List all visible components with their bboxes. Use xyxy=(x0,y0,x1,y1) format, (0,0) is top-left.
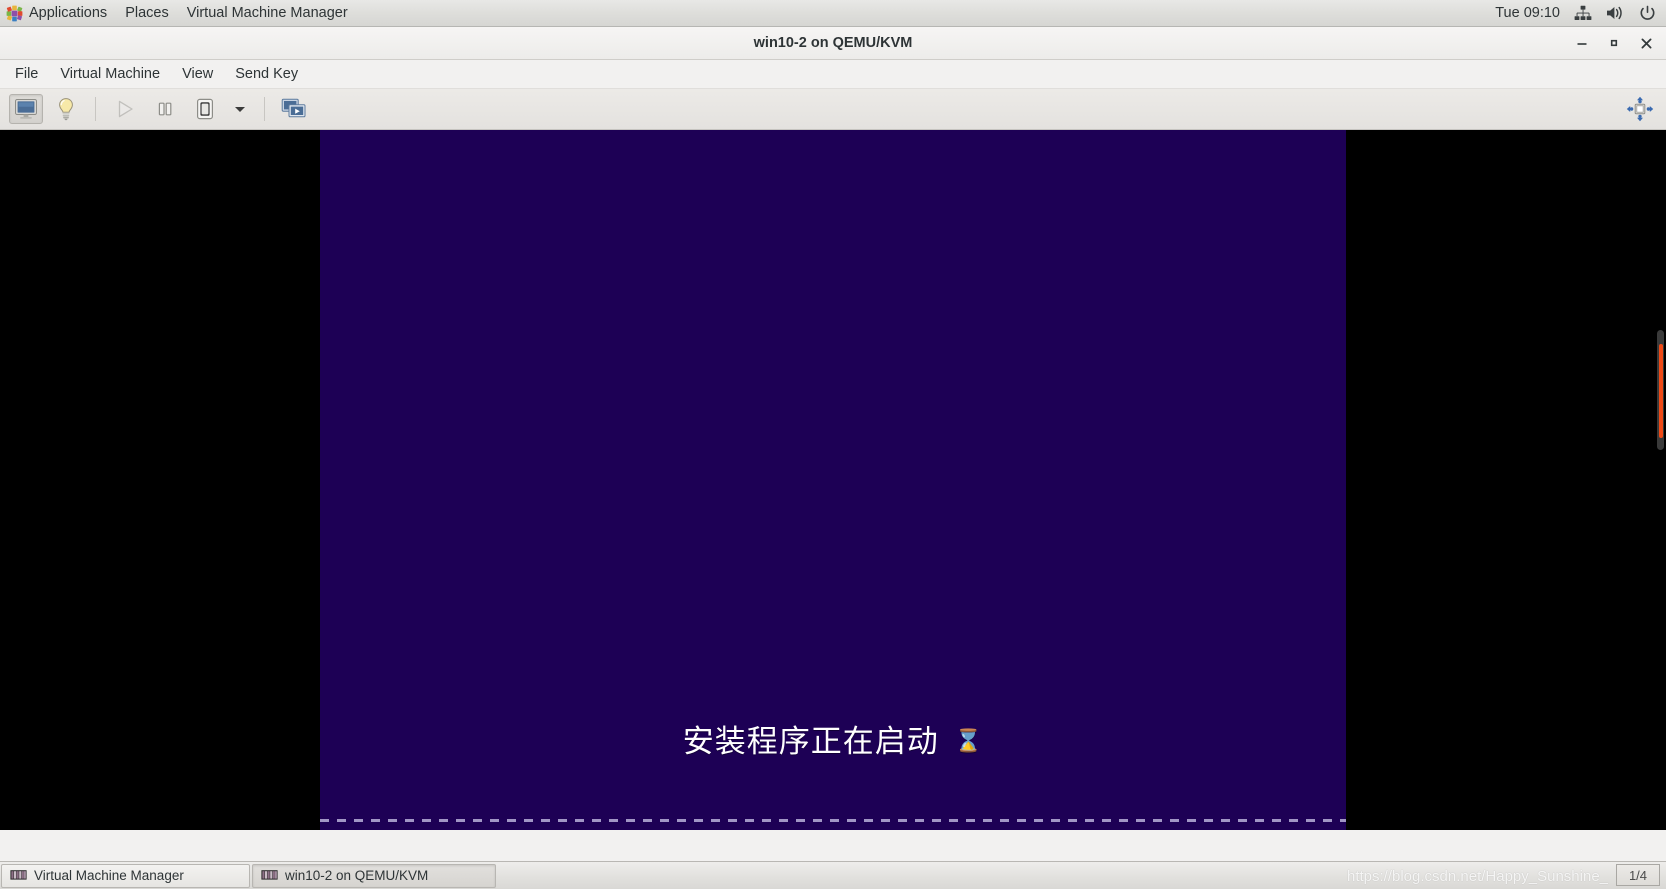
panel-clock[interactable]: Tue 09:10 xyxy=(1495,5,1560,21)
screen-root: Applications Places Virtual Machine Mana… xyxy=(0,0,1666,889)
applications-menu-label: Applications xyxy=(29,5,108,21)
taskbar-item-label: Virtual Machine Manager xyxy=(34,868,184,883)
workspace-indicator-label: 1/4 xyxy=(1628,867,1648,883)
run-button[interactable] xyxy=(108,94,142,124)
menu-file[interactable]: File xyxy=(4,62,49,86)
window-controls xyxy=(1566,27,1662,59)
maximize-button[interactable] xyxy=(1598,28,1630,58)
virt-manager-icon xyxy=(261,870,278,880)
toolbar-separator-2 xyxy=(264,97,265,121)
active-application-menu[interactable]: Virtual Machine Manager xyxy=(178,0,357,26)
menu-virtual-machine[interactable]: Virtual Machine xyxy=(49,62,171,86)
menu-view[interactable]: View xyxy=(171,62,224,86)
virt-manager-icon xyxy=(10,870,27,880)
vm-boot-message: 安装程序正在启动 ⌛ xyxy=(320,716,1346,761)
shutdown-button[interactable] xyxy=(188,94,222,124)
network-icon[interactable] xyxy=(1574,5,1592,21)
panel-menus: Applications Places Virtual Machine Mana… xyxy=(0,0,357,26)
shutdown-menu-button[interactable] xyxy=(228,94,252,124)
places-menu-label: Places xyxy=(125,5,169,21)
menubar: File Virtual Machine View Send Key xyxy=(0,60,1666,89)
pause-button[interactable] xyxy=(148,94,182,124)
power-icon[interactable] xyxy=(1639,5,1656,22)
minimize-icon xyxy=(1577,43,1587,45)
places-menu[interactable]: Places xyxy=(116,0,178,26)
maximize-icon xyxy=(1610,39,1618,47)
fullscreen-button[interactable] xyxy=(1623,94,1657,124)
snapshots-button[interactable] xyxy=(277,94,311,124)
desktop-taskbar: Virtual Machine Manager win10-2 on QEMU/… xyxy=(0,861,1666,889)
desktop-top-panel: Applications Places Virtual Machine Mana… xyxy=(0,0,1666,27)
play-icon xyxy=(118,100,133,118)
vm-dotted-line xyxy=(320,819,1346,822)
applications-menu[interactable]: Applications xyxy=(0,0,116,26)
pause-icon xyxy=(158,102,172,116)
scrollbar-thumb[interactable] xyxy=(1659,344,1663,438)
workspace-switcher[interactable]: 1/4 xyxy=(1616,864,1660,886)
watermark-text: https://blog.csdn.net/Happy_Sunshine_ xyxy=(1346,868,1608,885)
window-title: win10-2 on QEMU/KVM xyxy=(753,35,913,51)
vm-guest-screen[interactable]: 安装程序正在启动 ⌛ xyxy=(320,130,1346,830)
menu-send-key[interactable]: Send Key xyxy=(224,62,309,86)
monitor-icon xyxy=(15,99,37,119)
minimize-button[interactable] xyxy=(1566,28,1598,58)
taskbar-item-virtual-machine-manager[interactable]: Virtual Machine Manager xyxy=(1,863,250,888)
chevron-down-icon xyxy=(235,107,245,112)
lightbulb-icon xyxy=(59,98,73,121)
taskbar-item-label: win10-2 on QEMU/KVM xyxy=(285,868,429,883)
resize-arrows-icon xyxy=(1626,96,1654,122)
close-icon xyxy=(1641,38,1651,48)
toolbar-separator-1 xyxy=(95,97,96,121)
volume-icon[interactable] xyxy=(1606,5,1625,21)
vertical-scrollbar[interactable] xyxy=(1657,330,1664,450)
panel-status-area: Tue 09:10 xyxy=(1495,0,1666,26)
taskbar-item-win10-2[interactable]: win10-2 on QEMU/KVM xyxy=(252,863,496,888)
vm-console-viewport[interactable]: 安装程序正在启动 ⌛ xyxy=(0,130,1666,830)
details-view-button[interactable] xyxy=(49,94,83,124)
vm-boot-message-text: 安装程序正在启动 xyxy=(682,724,939,760)
window-titlebar: win10-2 on QEMU/KVM xyxy=(0,27,1666,60)
close-button[interactable] xyxy=(1630,28,1662,58)
toolbar xyxy=(0,89,1666,130)
hourglass-icon: ⌛ xyxy=(954,729,984,754)
snapshot-icon xyxy=(281,98,306,118)
power-switch-icon xyxy=(196,98,214,120)
console-view-button[interactable] xyxy=(9,94,43,124)
active-application-label: Virtual Machine Manager xyxy=(186,5,348,21)
virt-manager-window: win10-2 on QEMU/KVM File Virtual Machine xyxy=(0,27,1666,861)
applications-icon xyxy=(6,5,23,22)
